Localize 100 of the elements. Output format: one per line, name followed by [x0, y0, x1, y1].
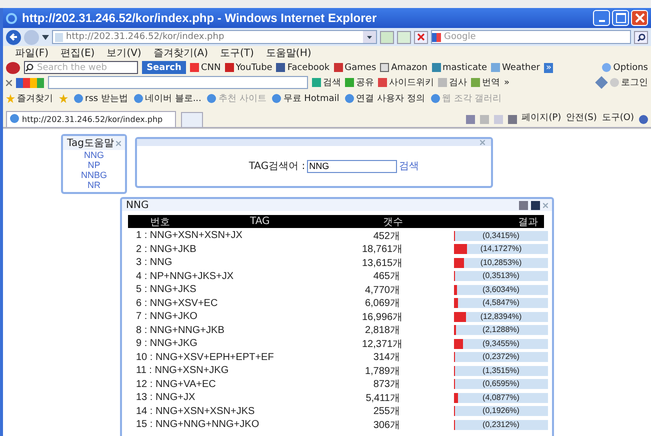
tag-link[interactable]: NP	[88, 160, 100, 170]
tag-link[interactable]: NNG	[84, 150, 104, 160]
login-button[interactable]: 로그인	[610, 76, 648, 89]
toolbar-link[interactable]: masticate	[432, 62, 488, 72]
tag-input-field[interactable]: NNG	[307, 160, 398, 172]
table-cell-text: 5,411개	[364, 392, 400, 405]
ask-logo-icon	[6, 62, 20, 74]
more-button[interactable]: »	[544, 62, 554, 72]
browser-tab[interactable]: http://202.31.246.52/kor/index.php	[6, 111, 176, 127]
toolbar-link[interactable]: YouTube	[224, 62, 272, 72]
menu-item[interactable]: 파일(F)	[15, 46, 49, 60]
percent-label: (9,3455%)	[482, 338, 520, 349]
table-cell-text: 465개	[372, 270, 400, 284]
table-cell-text: 9 : NNG+JKG	[135, 338, 198, 350]
more-button[interactable]: »	[504, 78, 510, 88]
menu-item[interactable]: 도움말(H)	[266, 46, 312, 60]
options-button[interactable]: Options	[602, 62, 648, 72]
google-logo-icon	[16, 78, 44, 88]
table-cell-text: 5 : NNG+JKS	[135, 284, 198, 296]
address-field[interactable]: http://202.31.246.52/kor/index.php	[52, 30, 377, 44]
table-cell-text: 1 : NNG+XSN+XSN+JX	[135, 230, 244, 242]
column-header: 결과	[518, 216, 538, 228]
favorite-link[interactable]: 네이버 블로...	[134, 92, 202, 105]
table-cell-text: 873개	[372, 378, 400, 392]
browser-icon	[6, 12, 17, 24]
table-cell-text: 14 : NNG+XSN+XSN+JKS	[135, 406, 256, 417]
table-cell-text: 3 : NNG	[135, 257, 174, 268]
table-cell-text: 16,996개	[362, 310, 400, 324]
percent-label: (0,3513%)	[482, 271, 520, 282]
menu-item[interactable]: 편집(E)	[60, 46, 95, 60]
percent-label: (0,2312%)	[482, 420, 520, 430]
column-header: TAG	[250, 216, 270, 227]
close-icon[interactable]	[543, 202, 548, 208]
table-cell-text: 2 : NNG+JKB	[135, 244, 198, 255]
panel-title: Tag도움말	[67, 137, 114, 150]
command-button[interactable]: 도구(O)	[602, 111, 634, 124]
table-cell-text: 12 : NNG+VA+EC	[135, 378, 217, 390]
search-link[interactable]: 검색	[399, 159, 420, 173]
table-cell-text: 4,770개	[364, 284, 400, 297]
search-icon[interactable]	[634, 30, 648, 44]
dropdown-icon[interactable]	[363, 31, 376, 43]
table-cell-text: 452개	[372, 230, 400, 243]
percent-label: (14,1727%)	[479, 244, 523, 254]
command-button[interactable]: 페이지(P)	[522, 111, 562, 124]
toolbar-button[interactable]: 검색	[312, 76, 341, 89]
percent-label: (12,8394%)	[479, 312, 523, 322]
search-button[interactable]: Search	[142, 61, 186, 74]
favorites-button[interactable]: 즐겨찾기	[6, 92, 53, 105]
table-cell-text: 12,371개	[362, 338, 400, 351]
toolbar-link[interactable]: Amazon	[380, 62, 428, 72]
favorite-link[interactable]: rss 받는법	[74, 92, 128, 105]
percent-label: (10,2853%)	[479, 258, 523, 268]
table-cell-text: 1,789개	[364, 364, 400, 378]
close-icon[interactable]	[6, 80, 12, 86]
table-cell-text: 4 : NP+NNG+JKS+JX	[135, 270, 235, 282]
search-field[interactable]	[48, 76, 308, 89]
favorite-link[interactable]: 무료 Hotmail	[272, 92, 340, 105]
close-icon[interactable]	[116, 140, 121, 146]
table-cell-text: 10 : NNG+XSV+EPH+EPT+EF	[135, 352, 275, 363]
table-cell-text: 6,069개	[364, 297, 400, 310]
favorite-link[interactable]: 연결 사용자 정의	[345, 92, 425, 105]
table-cell-text: 13 : NNG+JX	[135, 392, 196, 404]
menu-item[interactable]: 즐겨찾기(A)	[153, 46, 208, 60]
toolbar-link[interactable]: Facebook	[276, 62, 330, 72]
toolbar-button[interactable]: 번역	[471, 76, 500, 89]
toolbar-link[interactable]: Weather	[491, 62, 540, 72]
close-button[interactable]	[631, 10, 648, 26]
tag-link[interactable]: NR	[88, 180, 100, 190]
toolbar-link[interactable]: Games	[334, 62, 376, 72]
percent-label: (2,1288%)	[482, 325, 520, 336]
table-cell-text: 306개	[372, 418, 400, 432]
toolbar-button[interactable]: 공유	[345, 76, 374, 89]
table-cell-text: 314개	[372, 351, 400, 364]
toolbar-button[interactable]: 검사	[438, 76, 467, 89]
caret-icon[interactable]	[42, 34, 49, 40]
table-cell-text: 15 : NNG+NNG+NNG+JKO	[135, 419, 260, 430]
toolbar-link[interactable]: CNN	[190, 62, 221, 72]
percent-label: (3,6034%)	[482, 284, 520, 295]
table-cell-text: 13,615개	[362, 256, 400, 270]
column-header: 번호	[150, 216, 170, 228]
column-header: 갯수	[383, 216, 403, 228]
stop-icon[interactable]	[414, 30, 428, 44]
minimize-button[interactable]	[593, 10, 610, 26]
percent-label: (4,0877%)	[482, 392, 520, 403]
table-cell-text: 11 : NNG+XSN+JKG	[135, 365, 230, 376]
back-button[interactable]	[6, 30, 21, 44]
table-cell-text: 18,761개	[362, 243, 400, 256]
search-label: TAG검색어 :	[248, 160, 306, 173]
tag-link[interactable]: NNBG	[80, 170, 107, 180]
percent-label: (1,3515%)	[482, 366, 520, 376]
menu-item[interactable]: 보기(V)	[106, 46, 142, 60]
menu-item[interactable]: 도구(T)	[220, 46, 254, 60]
search-icon[interactable]	[25, 63, 34, 72]
maximize-button[interactable]	[612, 10, 629, 26]
command-button[interactable]: 안전(S)	[566, 111, 597, 124]
panel-title: NNG	[126, 200, 149, 210]
window-title: http://202.31.246.52/kor/index.php - Windows Internet Explorer	[22, 11, 377, 25]
percent-label: (4,5847%)	[482, 298, 520, 308]
percent-label: (0,3415%)	[482, 230, 520, 241]
toolbar-button[interactable]: 사이드위키	[378, 76, 434, 89]
